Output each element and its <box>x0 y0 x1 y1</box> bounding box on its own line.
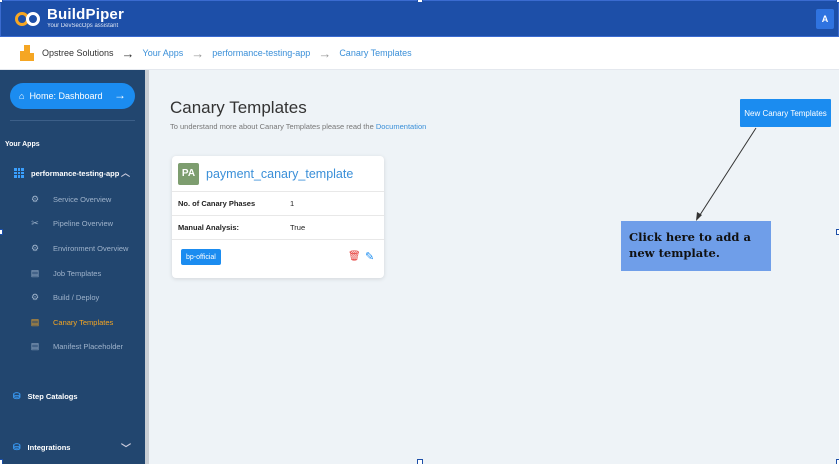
trash-icon[interactable]: 🗑 <box>348 251 361 262</box>
sidebar-item-environment-overview[interactable]: ⚙ Environment Overview <box>30 241 129 255</box>
logo-name: BuildPiper <box>47 6 125 23</box>
card-row-value: True <box>290 223 306 232</box>
sidebar-item-job-templates[interactable]: ▤ Job Templates <box>30 266 102 280</box>
document-icon: ▤ <box>30 316 40 327</box>
breadcrumb-canary-templates[interactable]: Canary Templates <box>339 48 411 58</box>
basket-icon: ⛁ <box>13 441 21 452</box>
sidebar-item-step-catalogs[interactable]: ⛁ Step Catalogs <box>13 389 78 403</box>
page-subtitle: To understand more about Canary Template… <box>170 122 426 131</box>
card-title[interactable]: payment_canary_template <box>206 167 353 181</box>
card-row-phases: No. of Canary Phases 1 <box>172 192 384 216</box>
sidebar-scrollbar[interactable] <box>145 70 149 464</box>
user-avatar[interactable]: A <box>816 9 834 29</box>
sidebar-heading: Your Apps <box>5 141 40 148</box>
chevron-up-icon[interactable]: ︿ <box>121 166 130 179</box>
documentation-link[interactable]: Documentation <box>376 122 426 131</box>
breadcrumb-app[interactable]: performance-testing-app <box>212 48 310 58</box>
home-button-label: Home: Dashboard <box>29 91 103 101</box>
chevron-down-icon[interactable]: ﹀ <box>121 440 131 455</box>
buildpiper-logo[interactable]: BuildPiper Your DevSecOps assistant <box>15 7 124 30</box>
basket-icon: ⛁ <box>13 390 21 401</box>
selection-handle <box>0 0 3 3</box>
card-avatar-badge: PA <box>178 162 199 185</box>
card-row-manual-analysis: Manual Analysis: True <box>172 216 384 240</box>
arrow-right-icon: → <box>191 45 205 61</box>
selection-handle <box>0 459 3 464</box>
building-icon <box>20 45 34 61</box>
sidebar-divider <box>10 120 135 121</box>
breadcrumb: Opstree Solutions → Your Apps → performa… <box>0 37 839 70</box>
sidebar-item-label: Manifest Placeholder <box>53 341 124 351</box>
sidebar-app-item[interactable]: performance-testing-app ︿ <box>14 166 134 180</box>
sidebar-app-label: performance-testing-app <box>31 168 120 178</box>
new-canary-templates-button[interactable]: New Canary Templates <box>740 99 831 127</box>
home-dashboard-button[interactable]: ⌂ Home: Dashboard → <box>10 83 135 109</box>
bp-official-tag: bp-official <box>181 249 221 265</box>
sidebar-item-label: Job Templates <box>53 268 102 278</box>
card-row-key: No. of Canary Phases <box>178 199 256 208</box>
annotation-callout: Click here to add a new template. <box>621 221 771 271</box>
sidebar-item-build-deploy[interactable]: ⚙ Build / Deploy <box>30 290 99 304</box>
sidebar-item-integrations[interactable]: ⛁ Integrations ﹀ <box>13 440 131 455</box>
template-card: PA payment_canary_template No. of Canary… <box>172 156 384 278</box>
sidebar-item-canary-templates[interactable]: ▤ Canary Templates <box>30 315 114 329</box>
sidebar-item-label: Build / Deploy <box>53 292 100 302</box>
home-icon: ⌂ <box>19 91 25 101</box>
logo-tagline: Your DevSecOps assistant <box>47 23 119 29</box>
top-bar: BuildPiper Your DevSecOps assistant A <box>0 0 839 37</box>
tools-icon: ✂ <box>31 217 39 228</box>
document-icon: ▤ <box>30 340 40 351</box>
sidebar-item-service-overview[interactable]: ⚙ Service Overview <box>30 192 111 206</box>
gear-icon: ⚙ <box>30 242 40 253</box>
selection-handle <box>417 459 423 464</box>
gear-icon: ⚙ <box>30 291 40 302</box>
sidebar-item-label: Canary Templates <box>53 317 114 327</box>
sidebar-section-label: Step Catalogs <box>27 391 78 401</box>
selection-handle <box>0 229 3 235</box>
sidebar-item-pipeline-overview[interactable]: ✂ Pipeline Overview <box>30 216 113 230</box>
sidebar-item-label: Environment Overview <box>53 243 129 253</box>
arrow-right-icon: → <box>121 45 135 61</box>
selection-handle <box>417 0 423 3</box>
gear-icon: ⚙ <box>30 193 40 204</box>
pencil-icon[interactable]: ✎ <box>365 250 374 263</box>
grid-icon <box>14 168 24 178</box>
card-row-value: 1 <box>290 199 295 208</box>
arrow-right-icon: → <box>318 45 332 61</box>
sidebar-item-label: Pipeline Overview <box>53 218 114 228</box>
card-header: PA payment_canary_template <box>172 156 384 192</box>
arrow-right-icon: → <box>114 88 126 102</box>
sidebar-item-label: Service Overview <box>53 194 112 204</box>
card-row-key: Manual Analysis: <box>178 223 239 232</box>
infinity-logo-icon <box>15 11 43 27</box>
breadcrumb-your-apps[interactable]: Your Apps <box>143 48 184 58</box>
card-footer: bp-official 🗑 ✎ <box>172 240 384 276</box>
page-subtitle-text: To understand more about Canary Template… <box>170 122 374 131</box>
sidebar-section-label: Integrations <box>27 442 71 452</box>
document-icon: ▤ <box>30 267 40 278</box>
page-title: Canary Templates <box>170 98 307 117</box>
breadcrumb-org[interactable]: Opstree Solutions <box>42 48 114 58</box>
sidebar: ⌂ Home: Dashboard → Your Apps performanc… <box>0 70 145 464</box>
sidebar-item-manifest-placeholder[interactable]: ▤ Manifest Placeholder <box>30 339 123 353</box>
